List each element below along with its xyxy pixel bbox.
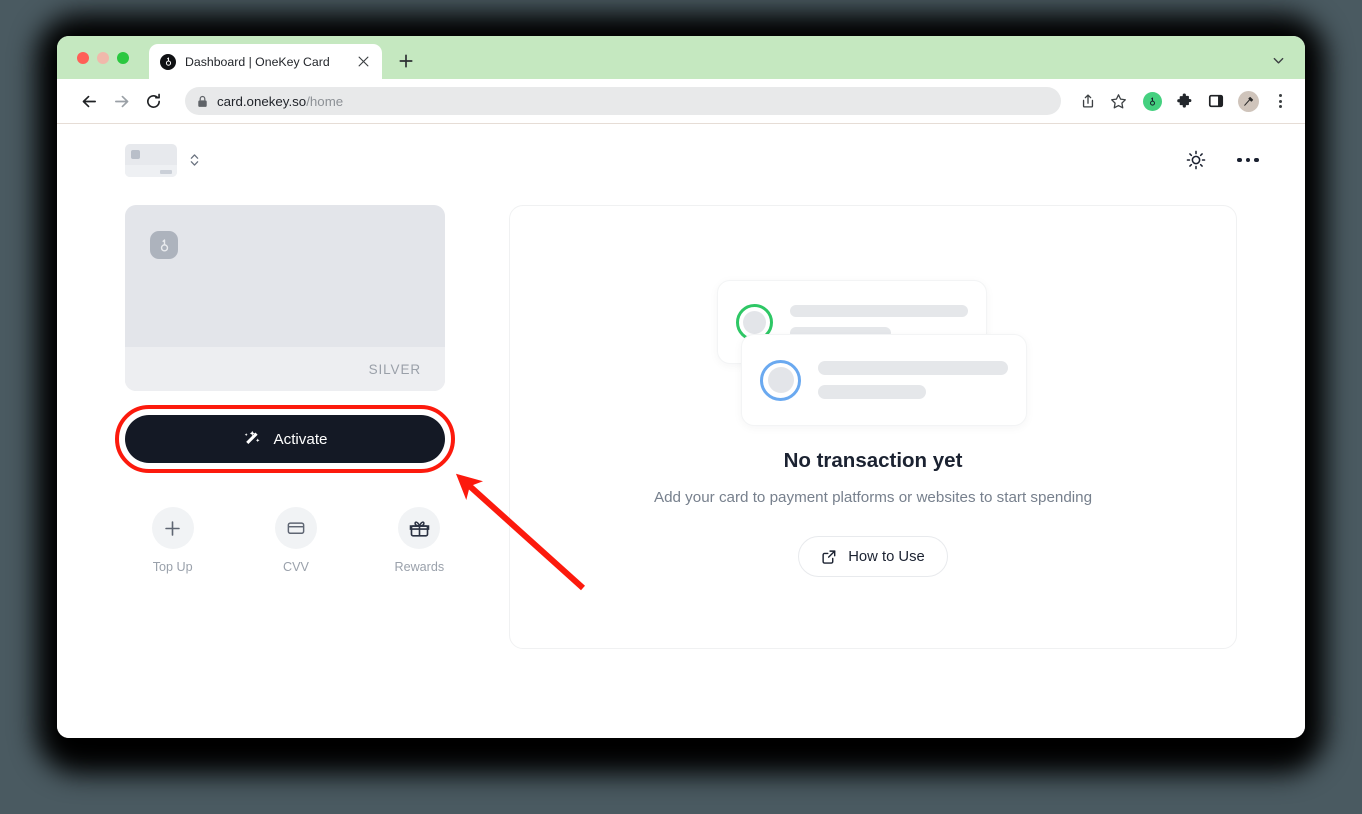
minimize-window-button[interactable] [97, 51, 109, 64]
quick-action-label: Top Up [152, 560, 193, 574]
dashboard-content: SILVER Activate Top Up CVV Rewards No tr… [57, 196, 1305, 738]
external-link-icon [821, 549, 837, 565]
forward-arrow-icon[interactable] [107, 87, 135, 115]
mini-card-skeleton [125, 143, 177, 177]
quick-actions-row: Top Up CVV Rewards [125, 507, 445, 574]
new-tab-button[interactable] [392, 47, 420, 75]
card-tier-label: SILVER [368, 361, 421, 377]
web-page-content: SILVER Activate Top Up CVV Rewards No tr… [57, 124, 1305, 738]
close-window-button[interactable] [77, 51, 89, 64]
reload-icon[interactable] [139, 87, 167, 115]
browser-tab-strip: Dashboard | OneKey Card [57, 36, 1305, 79]
card-switcher-button[interactable] [125, 143, 200, 177]
activate-button-label: Activate [273, 430, 328, 448]
close-tab-button[interactable] [355, 54, 371, 70]
sun-theme-toggle-icon[interactable] [1183, 147, 1209, 173]
quick-action-top-up[interactable]: Top Up [147, 507, 198, 574]
share-icon[interactable] [1075, 88, 1101, 114]
app-header-actions [1183, 147, 1261, 173]
back-arrow-icon[interactable] [75, 87, 103, 115]
activate-button[interactable]: Activate [125, 415, 445, 463]
activate-button-wrapper: Activate [115, 405, 455, 473]
side-panel-icon[interactable] [1205, 90, 1227, 112]
card-tier-band: SILVER [125, 347, 445, 391]
browser-window: Dashboard | OneKey Card card.onekey.so/h… [57, 36, 1305, 738]
quick-action-cvv[interactable]: CVV [270, 507, 321, 574]
window-traffic-lights [57, 36, 129, 79]
browser-tab[interactable]: Dashboard | OneKey Card [149, 44, 382, 79]
browser-tab-title: Dashboard | OneKey Card [185, 54, 330, 69]
maximize-window-button[interactable] [117, 51, 129, 64]
blue-ring-icon [760, 359, 801, 401]
gift-icon [398, 507, 441, 549]
card-visual: SILVER [125, 205, 445, 391]
profile-avatar-icon[interactable] [1237, 90, 1259, 112]
how-to-use-label: How to Use [848, 548, 925, 565]
skeleton-transaction-row [741, 334, 1027, 426]
skeleton-lines [818, 361, 1008, 399]
app-header [57, 124, 1305, 196]
plus-icon [151, 507, 194, 549]
browser-toolbar: card.onekey.so/home [57, 79, 1305, 124]
card-panel: SILVER Activate Top Up CVV Rewards [115, 205, 455, 738]
more-horizontal-icon[interactable] [1235, 147, 1261, 173]
mini-card-chip [160, 169, 172, 174]
address-bar[interactable]: card.onekey.so/home [185, 87, 1061, 115]
quick-action-rewards[interactable]: Rewards [394, 507, 445, 574]
empty-state-title: No transaction yet [783, 449, 963, 472]
mini-card-logo-icon [131, 149, 140, 159]
onekey-logo-icon [150, 231, 178, 259]
quick-action-label: Rewards [394, 560, 445, 574]
lock-icon [197, 95, 208, 108]
chrome-menu-icon[interactable] [1269, 90, 1291, 112]
magic-wand-sparkle-icon [242, 429, 262, 449]
address-bar-url: card.onekey.so/home [217, 93, 344, 109]
quick-action-label: CVV [283, 560, 309, 574]
credit-card-icon [274, 507, 317, 549]
tab-list-chevron-down-icon[interactable] [1267, 49, 1289, 71]
empty-state-subtitle: Add your card to payment platforms or we… [653, 489, 1093, 506]
onekey-favicon-icon [160, 53, 176, 70]
browser-extension-icons [1135, 90, 1291, 112]
onekey-extension-icon[interactable] [1141, 90, 1163, 112]
how-to-use-button[interactable]: How to Use [798, 536, 948, 577]
bookmark-star-icon[interactable] [1105, 88, 1131, 114]
transactions-empty-illustration [713, 274, 1033, 429]
up-down-chevron-icon [189, 152, 200, 168]
transactions-panel: No transaction yet Add your card to paym… [509, 205, 1237, 649]
puzzle-extensions-icon[interactable] [1173, 90, 1195, 112]
